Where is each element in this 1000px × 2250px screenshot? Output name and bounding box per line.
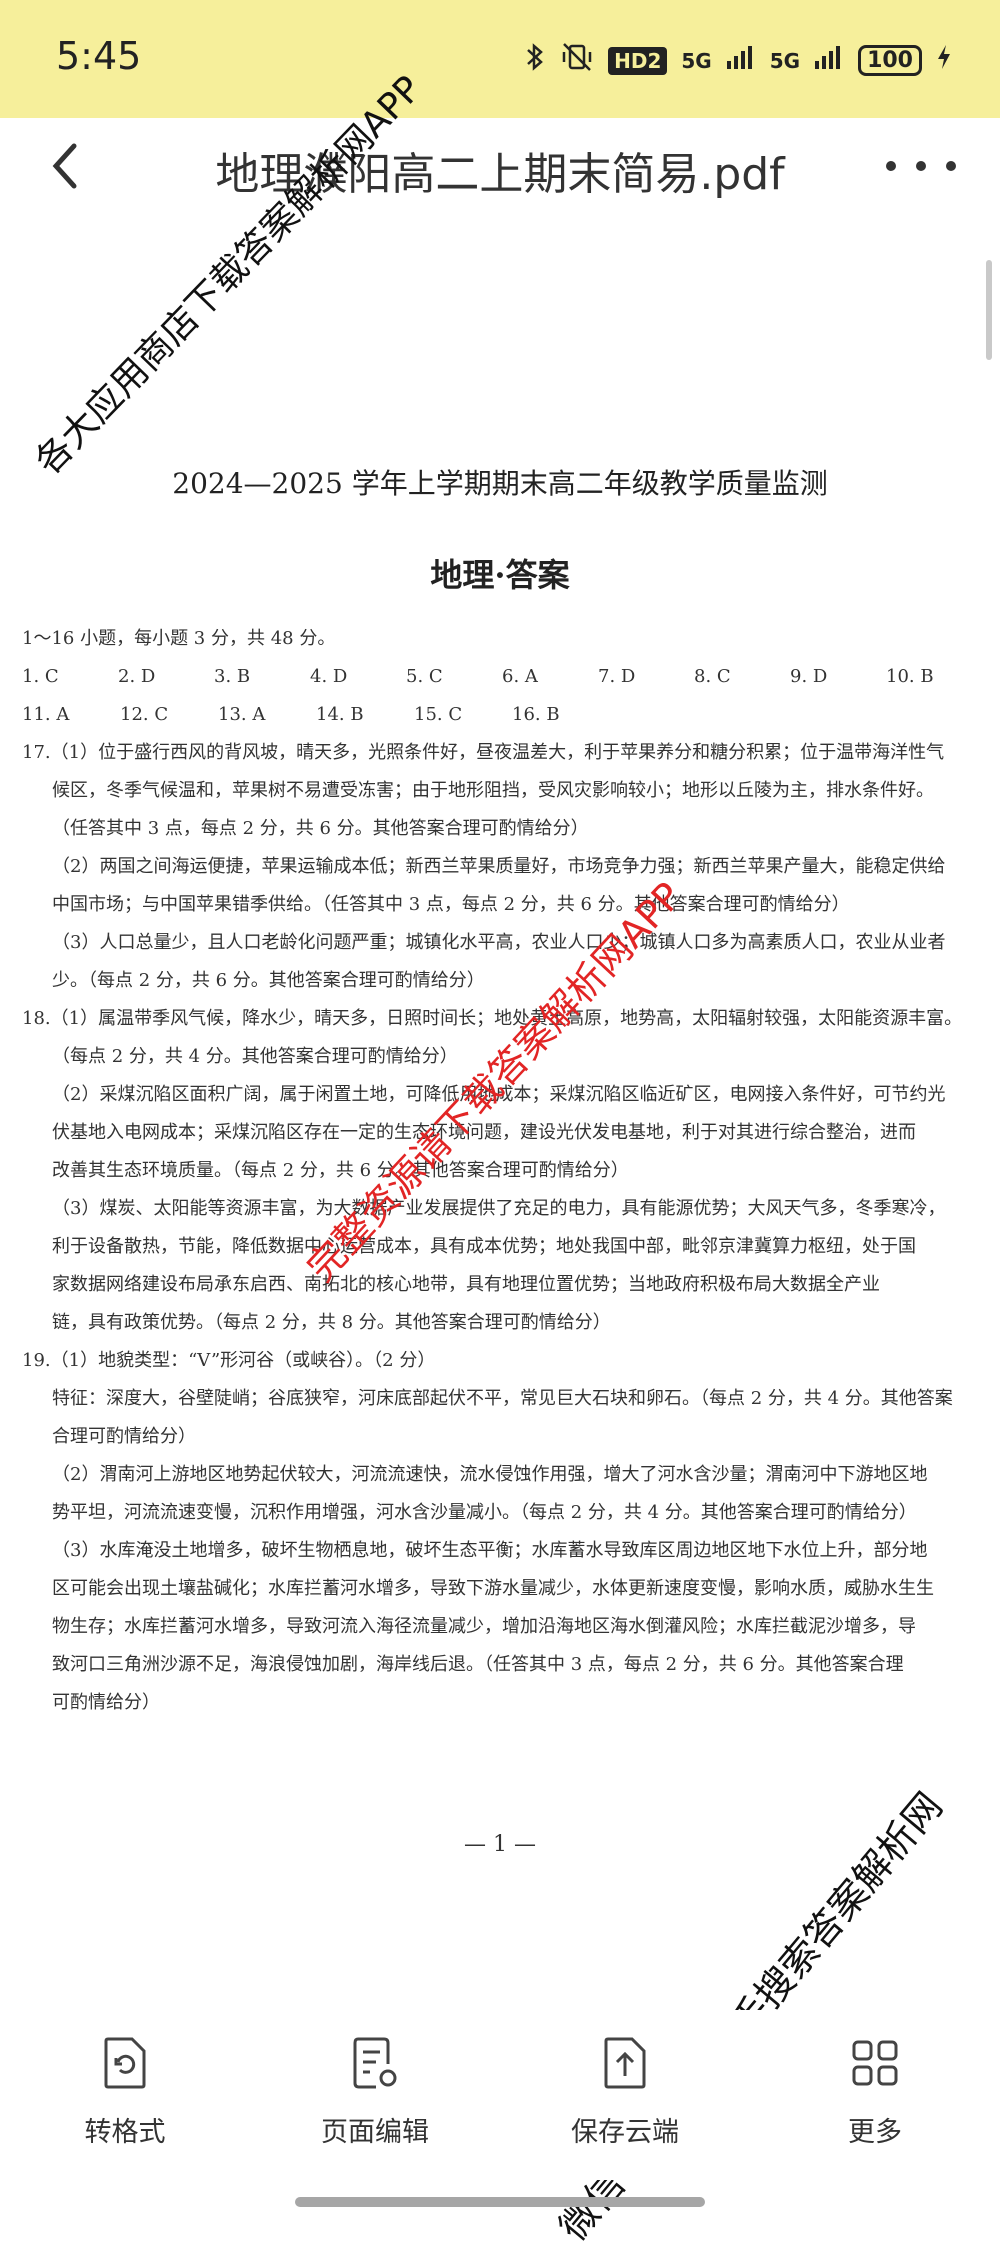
more-tools-button[interactable]: 更多 [775, 2036, 975, 2149]
mc-answer: 8. C [694, 666, 731, 687]
app-header: 地理濮阳高二上期末简易.pdf [0, 118, 1000, 218]
mc-answer: 12. C [120, 704, 169, 725]
battery-indicator: 100 [858, 45, 922, 76]
answer-line: （3）煤炭、太阳能等资源丰富，为大数据产业发展提供了充足的电力，具有能源优势；大… [52, 1198, 946, 1219]
answer-line: 致河口三角洲沙源不足，海浪侵蚀加剧，海岸线后退。（任答其中 3 点，每点 2 分… [52, 1654, 904, 1675]
page-edit-icon [353, 2037, 397, 2089]
mc-answer: 5. C [406, 666, 443, 687]
status-icons: HD2 5G 5G 100 [524, 42, 952, 79]
save-cloud-label: 保存云端 [571, 2117, 679, 2148]
convert-format-label: 转格式 [84, 2117, 166, 2148]
grid-icon [852, 2040, 898, 2086]
answer-line: 改善其生态环境质量。（每点 2 分，共 6 分。其他答案合理可酌情给分） [52, 1160, 629, 1181]
file-convert-icon [104, 2037, 146, 2089]
mc-answer: 1. C [22, 666, 59, 687]
answer-line: （任答其中 3 点，每点 2 分，共 6 分。其他答案合理可酌情给分） [52, 818, 589, 839]
mc-answer: 4. D [310, 666, 348, 687]
mc-answer: 3. B [214, 666, 251, 687]
answer-line: 候区，冬季气候温和，苹果树不易遭受冻害；由于地形阻挡，受风灾影响较小；地形以丘陵… [52, 780, 934, 801]
answer-line: 区可能会出现土壤盐碱化；水库拦蓄河水增多，导致下游水量减少，水体更新速度变慢，影… [52, 1578, 934, 1599]
signal-icon [726, 45, 756, 76]
bluetooth-icon [524, 42, 546, 79]
dot [946, 161, 956, 171]
bolt-icon [936, 44, 952, 77]
page-edit-label: 页面编辑 [321, 2117, 429, 2148]
mc-answer: 13. A [218, 704, 266, 725]
mc-intro: 1～16 小题，每小题 3 分，共 48 分。 [22, 628, 336, 649]
mc-answer: 16. B [512, 704, 560, 725]
answer-line: 伏基地入电网成本；采煤沉陷区存在一定的生态环境问题，建设光伏发电基地，利于对其进… [52, 1122, 916, 1143]
convert-format-button[interactable]: 转格式 [25, 2036, 225, 2149]
dot [916, 161, 926, 171]
mc-answer: 9. D [790, 666, 828, 687]
answer-line: （3）人口总量少，且人口老龄化问题严重；城镇化水平高，农业人口少；城镇人口多为高… [52, 932, 946, 953]
answer-line: 中国市场；与中国苹果错季供给。（任答其中 3 点，每点 2 分，共 6 分。其他… [52, 894, 850, 915]
answer-line: 可酌情给分） [52, 1692, 160, 1713]
bottom-toolbar: 转格式 页面编辑 保存云端 更多 [0, 2010, 1000, 2180]
answer-line: 势平坦，河流流速变慢，沉积作用增强，河水含沙量减小。（每点 2 分，共 4 分。… [52, 1502, 917, 1523]
mc-answer: 15. C [414, 704, 463, 725]
doc-subheading: 地理·答案 [430, 556, 570, 594]
network-5g-1: 5G [681, 48, 712, 73]
vibrate-off-icon [560, 42, 594, 79]
page-edit-button[interactable]: 页面编辑 [275, 2036, 475, 2149]
mc-answer: 6. A [502, 666, 538, 687]
save-cloud-button[interactable]: 保存云端 [525, 2036, 725, 2149]
signal-icon [814, 45, 844, 76]
mc-answer: 10. B [886, 666, 934, 687]
status-bar: 5:45 HD2 5G 5G 100 [0, 0, 1000, 118]
mc-answer: 2. D [118, 666, 156, 687]
cloud-save-icon [604, 2037, 646, 2089]
answer-line: 家数据网络建设布局承东启西、南拓北的核心地带，具有地理位置优势；当地政府积极布局… [52, 1274, 880, 1295]
answer-line: 利于设备散热，节能，降低数据中心运营成本，具有成本优势；地处我国中部，毗邻京津冀… [52, 1236, 916, 1257]
mc-answer: 7. D [598, 666, 636, 687]
answer-line: 17.（1）位于盛行西风的背风坡，晴天多，光照条件好，昼夜温差大，利于苹果养分和… [22, 742, 945, 763]
answer-line: （3）水库淹没土地增多，破坏生物栖息地，破坏生态平衡；水库蓄水导致库区周边地区地… [52, 1540, 928, 1561]
hd-badge: HD2 [608, 46, 668, 75]
scrollbar[interactable] [986, 260, 992, 360]
doc-heading: 2024—2025 学年上学期期末高二年级教学质量监测 [172, 467, 828, 500]
answer-line: （2）渭南河上游地区地势起伏较大，河流流速快，流水侵蚀作用强，增大了河水含沙量；… [52, 1464, 928, 1485]
mc-answers-row-1: 1. C 2. D 3. B 4. D 5. C 6. A 7. D 8. C … [22, 658, 982, 696]
more-options-button[interactable] [886, 136, 956, 196]
answer-line: 链，具有政策优势。（每点 2 分，共 8 分。其他答案合理可酌情给分） [52, 1312, 611, 1333]
answer-line: 19.（1）地貌类型：“V”形河谷（或峡谷）。（2 分） [22, 1350, 436, 1371]
mc-answers-row-2: 11. A 12. C 13. A 14. B 15. C 16. B [22, 696, 982, 734]
answer-content: 1～16 小题，每小题 3 分，共 48 分。 1. C 2. D 3. B 4… [22, 620, 982, 1722]
answer-line: 特征：深度大，谷壁陡峭；谷底狭窄，河床底部起伏不平，常见巨大石块和卵石。（每点 … [52, 1388, 953, 1409]
dot [886, 161, 896, 171]
answer-line: 物生存；水库拦蓄河水增多，导致河流入海径流量减少，增加沿海地区海水倒灌风险；水库… [52, 1616, 916, 1637]
more-tools-label: 更多 [848, 2117, 902, 2148]
answer-line: 少。（每点 2 分，共 6 分。其他答案合理可酌情给分） [52, 970, 485, 991]
answer-line: 合理可酌情给分） [52, 1426, 196, 1447]
home-indicator[interactable] [295, 2197, 705, 2207]
network-5g-2: 5G [769, 48, 801, 73]
document-title: 地理濮阳高二上期末简易.pdf [215, 149, 785, 200]
mc-answer: 14. B [316, 704, 364, 725]
mc-answer: 11. A [22, 704, 70, 725]
status-time: 5:45 [56, 34, 142, 78]
answer-line: （2）两国之间海运便捷，苹果运输成本低；新西兰苹果质量好，市场竞争力强；新西兰苹… [52, 856, 946, 877]
